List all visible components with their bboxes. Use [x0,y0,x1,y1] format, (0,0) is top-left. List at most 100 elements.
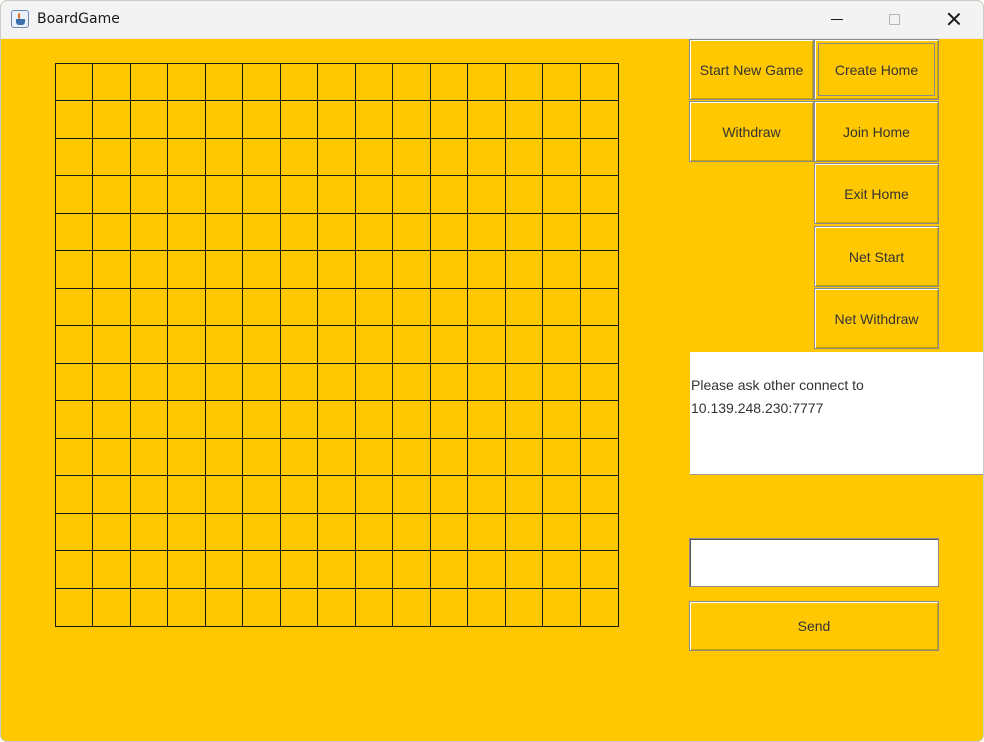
board-cell[interactable] [243,176,281,214]
board-cell[interactable] [430,551,469,589]
board-cell[interactable] [355,176,394,214]
start-new-game-button[interactable]: Start New Game [689,39,814,100]
board-cell[interactable] [93,363,131,402]
board-cell[interactable] [281,588,319,626]
board-cell[interactable] [393,588,431,626]
board-cell[interactable] [393,438,431,477]
board-cell[interactable] [355,326,394,364]
board-cell[interactable] [393,138,431,177]
board-cell[interactable] [430,326,469,364]
board-cell[interactable] [581,589,618,626]
board-cell[interactable] [56,476,94,514]
board-cell[interactable] [505,401,544,439]
board-cell[interactable] [130,251,169,289]
board-cell[interactable] [280,513,319,552]
board-cell[interactable] [393,551,431,589]
board-cell[interactable] [205,213,244,252]
board-cell[interactable] [355,213,394,252]
board-cell[interactable] [131,588,169,626]
board-cell[interactable] [505,101,544,139]
board-cell[interactable] [93,64,131,102]
withdraw-button[interactable]: Withdraw [689,101,814,162]
board-cell[interactable] [506,588,544,626]
board-cell[interactable] [130,64,169,102]
board-cell[interactable] [355,401,394,439]
board-cell[interactable] [56,438,94,477]
board-cell[interactable] [168,476,206,514]
board-cell[interactable] [468,138,506,177]
board-cell[interactable] [93,288,131,327]
board-cell[interactable] [243,551,281,589]
board-cell[interactable] [93,513,131,552]
board-cell[interactable] [318,288,356,327]
board-cell[interactable] [168,251,206,289]
chat-input[interactable] [689,538,939,587]
board-cell[interactable] [56,326,94,364]
board-cell[interactable] [580,551,618,589]
board-cell[interactable] [393,513,431,552]
board-cell[interactable] [280,64,319,102]
board-cell[interactable] [243,138,281,177]
board-cell[interactable] [93,213,131,252]
board-cell[interactable] [430,213,469,252]
board-cell[interactable] [168,363,206,402]
board-cell[interactable] [168,64,206,102]
board-cell[interactable] [243,64,281,102]
board-cell[interactable] [318,401,356,439]
board-cell[interactable] [130,101,169,139]
board-cell[interactable] [56,213,94,252]
board-cell[interactable] [205,288,244,327]
board-cell[interactable] [56,551,94,589]
board-cell[interactable] [543,64,581,102]
board-cell[interactable] [168,588,206,626]
board-cell[interactable] [580,101,618,139]
board-cell[interactable] [243,401,281,439]
board-cell[interactable] [356,588,394,626]
board-cell[interactable] [205,363,244,402]
board-cell[interactable] [243,513,281,552]
board-cell[interactable] [318,363,356,402]
board-cell[interactable] [543,176,581,214]
board-cell[interactable] [205,176,244,214]
board-cell[interactable] [355,438,394,477]
board-cell[interactable] [468,438,506,477]
board-cell[interactable] [318,251,356,289]
board-cell[interactable] [93,401,131,439]
board-cell[interactable] [168,101,206,139]
board-cell[interactable] [393,251,431,289]
board-cell[interactable] [318,326,356,364]
board-cell[interactable] [543,326,581,364]
board-cell[interactable] [130,326,169,364]
board-cell[interactable] [355,513,394,552]
title-bar[interactable]: BoardGame [1,1,983,39]
board-cell[interactable] [505,363,544,402]
board-cell[interactable] [468,588,506,626]
board-cell[interactable] [130,476,169,514]
board-cell[interactable] [280,326,319,364]
board-cell[interactable] [168,513,206,552]
net-withdraw-button[interactable]: Net Withdraw [814,288,939,349]
board-cell[interactable] [205,476,244,514]
board-cell[interactable] [130,288,169,327]
message-area[interactable]: Please ask other connect to 10.139.248.2… [690,352,983,475]
board-cell[interactable] [430,288,469,327]
board-cell[interactable] [280,438,319,477]
board-cell[interactable] [280,288,319,327]
board-cell[interactable] [543,213,581,252]
board-cell[interactable] [56,251,94,289]
board-cell[interactable] [355,138,394,177]
board-cell[interactable] [543,438,581,477]
board-cell[interactable] [393,176,431,214]
board-cell[interactable] [580,139,618,177]
board-cell[interactable] [580,326,618,364]
board-cell[interactable] [206,588,244,626]
board-cell[interactable] [93,251,131,289]
board-cell[interactable] [280,551,319,589]
board-cell[interactable] [393,476,431,514]
board-cell[interactable] [280,363,319,402]
minimize-button[interactable] [809,1,867,39]
board-cell[interactable] [168,288,206,327]
board-cell[interactable] [130,401,169,439]
board-cell[interactable] [205,101,244,139]
board-cell[interactable] [543,513,581,552]
